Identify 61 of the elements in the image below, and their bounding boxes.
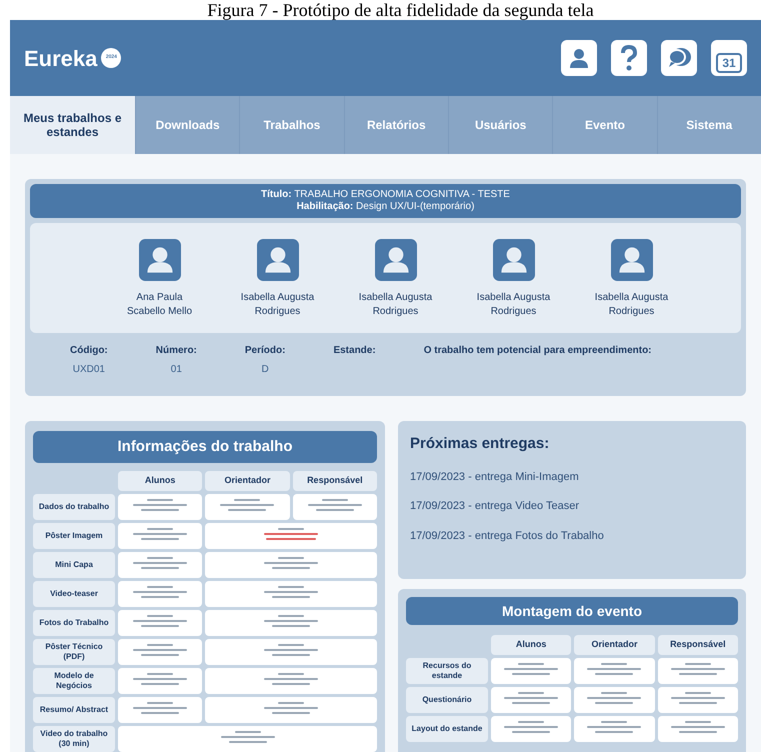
column-header: Orientador — [574, 635, 655, 655]
avatar-icon — [610, 239, 652, 281]
nav-tab[interactable]: Meus trabalhos e estandes — [10, 96, 135, 154]
deliveries-title: Próximas entregas: — [410, 434, 550, 454]
avatar-icon — [492, 239, 534, 281]
logo-text: Eureka — [24, 44, 98, 72]
field-label: Número: — [156, 344, 197, 358]
nav-tab[interactable]: Sistema — [656, 96, 761, 154]
calendar-button[interactable]: 31 — [711, 40, 747, 76]
nav-tab[interactable]: Downloads — [135, 96, 240, 154]
row-header: Resumo/ Abstract — [33, 697, 115, 723]
field-label: Período: — [244, 344, 286, 358]
nav-tab[interactable]: Usuários — [448, 96, 552, 154]
column-header: Alunos — [491, 635, 572, 655]
member-name: Isabella Augusta Rodrigues — [476, 291, 552, 319]
row-header: Layout do estande — [406, 716, 488, 742]
column-header: Responsável — [658, 635, 738, 655]
help-button[interactable] — [611, 40, 647, 76]
row-header: Recursos do estande — [406, 658, 488, 684]
column-header: Alunos — [118, 471, 202, 491]
row-header: Questionário — [406, 687, 488, 713]
calendar-day: 31 — [716, 53, 742, 73]
avatar-icon — [256, 239, 298, 281]
work-title: Título: TRABALHO ERGONOMIA COGNITIVA - TESTE — [261, 189, 510, 201]
avatar-icon — [374, 239, 416, 281]
row-header: Pôster Técnico (PDF) — [33, 639, 115, 665]
row-header: Fotos do Trabalho — [33, 610, 115, 636]
field-label: Código: — [70, 344, 108, 358]
row-header: Pôster Imagem — [33, 523, 115, 549]
nav-tab[interactable]: Trabalhos — [239, 96, 344, 154]
row-header: Video-teaser — [33, 581, 115, 607]
column-header: Orientador — [205, 471, 290, 491]
question-icon — [619, 45, 639, 71]
row-header: Mini Capa — [33, 552, 115, 578]
field-label: O trabalho tem potencial para empreendimento: — [424, 344, 652, 358]
delivery-item: 17/09/2023 - entrega Fotos do Trabalho — [410, 528, 605, 544]
row-header: Video do trabalho (30 min) — [33, 726, 115, 752]
delivery-item: 17/09/2023 - entrega Video Teaser — [410, 499, 580, 514]
user-icon — [567, 46, 591, 70]
chat-icon — [666, 46, 692, 70]
profile-button[interactable] — [561, 40, 597, 76]
delivery-item: 17/09/2023 - entrega Mini-Imagem — [410, 470, 580, 484]
info-title: Informações do trabalho — [33, 431, 377, 463]
member-name: Isabella Augusta Rodrigues — [240, 291, 316, 319]
column-header: Responsável — [292, 471, 377, 491]
member-name: Isabella Augusta Rodrigues — [358, 291, 434, 319]
figure-caption: Figura 7 - Protótipo de alta fidelidade da segunda tela — [206, 0, 595, 20]
row-header: Modelo de Negócios — [33, 668, 115, 694]
nav-tab[interactable]: Evento — [552, 96, 657, 154]
work-qualification: Habilitação: Design UX/UI-(temporário) — [296, 201, 474, 213]
member-name: Isabella Augusta Rodrigues — [594, 291, 670, 319]
member-name: Ana Paula Scabello Mello — [126, 291, 194, 319]
nav-tab[interactable]: Relatórios — [344, 96, 448, 154]
event-title: Montagem do evento — [406, 597, 738, 625]
avatar-icon — [138, 239, 180, 281]
field-value: D — [262, 363, 269, 377]
chat-button[interactable] — [661, 40, 697, 76]
field-value: 01 — [170, 363, 182, 377]
field-value: UXD01 — [72, 363, 105, 377]
row-header: Dados do trabalho — [33, 494, 115, 520]
field-label: Estande: — [333, 344, 376, 358]
